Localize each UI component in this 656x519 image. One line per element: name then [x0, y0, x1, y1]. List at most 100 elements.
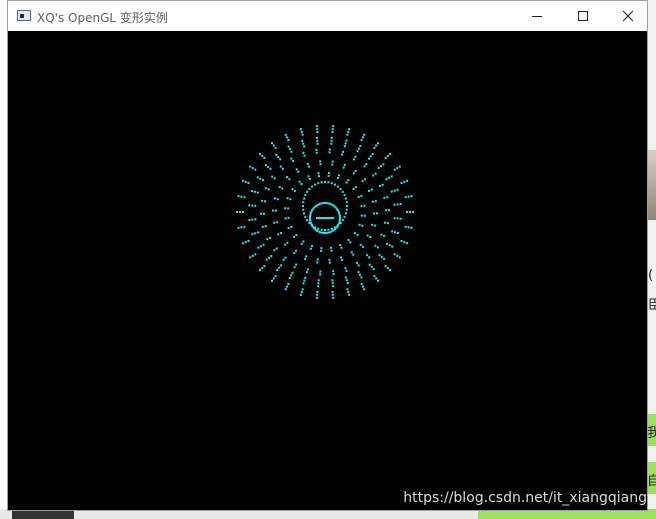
vertex-point	[354, 186, 357, 189]
vertex-point	[391, 230, 394, 233]
vertex-point	[254, 232, 257, 235]
vertex-point	[384, 221, 386, 224]
vertex-point	[331, 128, 334, 131]
vertex-point	[330, 136, 333, 139]
vertex-point	[391, 245, 394, 248]
vertex-point	[254, 168, 257, 171]
vertex-point	[317, 285, 320, 288]
vertex-point	[248, 218, 251, 221]
vertex-point	[254, 253, 257, 256]
vertex-point	[398, 256, 401, 259]
vertex-point	[274, 275, 277, 278]
vertex-point	[280, 264, 282, 267]
vertex-point	[357, 264, 360, 267]
vertex-point	[302, 142, 305, 145]
vertex-point	[388, 244, 391, 247]
vertex-point	[341, 153, 344, 156]
vertex-point	[317, 279, 320, 282]
vertex-point	[316, 293, 319, 296]
vertex-point	[380, 255, 383, 258]
vertex-point	[386, 154, 389, 157]
vertex-point	[240, 226, 243, 229]
vertex-point	[293, 266, 296, 269]
vertex-point	[328, 151, 331, 154]
vertex-point	[303, 197, 306, 200]
background-glyph: 自	[647, 474, 656, 489]
vertex-point	[299, 128, 302, 131]
vertex-point	[295, 263, 298, 266]
minimize-button[interactable]	[514, 1, 560, 31]
vertex-point	[370, 265, 373, 268]
background-photo	[648, 150, 656, 220]
vertex-point	[396, 254, 399, 257]
vertex-point	[326, 217, 328, 219]
vertex-point	[348, 293, 351, 296]
vertex-point	[410, 226, 413, 229]
vertex-point	[388, 176, 391, 179]
vertex-point	[251, 233, 254, 236]
vertex-point	[345, 279, 348, 282]
vertex-point	[249, 165, 252, 168]
vertex-point	[330, 142, 333, 145]
vertex-point	[293, 189, 296, 192]
close-button[interactable]	[606, 1, 648, 31]
vertex-point	[290, 226, 293, 228]
vertex-point	[361, 224, 364, 227]
vertex-point	[331, 293, 334, 296]
vertex-point	[327, 172, 330, 174]
vertex-point	[358, 273, 361, 276]
maximize-button[interactable]	[560, 1, 606, 31]
vertex-point	[293, 235, 296, 238]
title-bar[interactable]: XQ's OpenGL 变形实例	[8, 1, 647, 31]
vertex-point	[346, 205, 348, 207]
vertex-point	[324, 217, 326, 219]
vertex-point	[316, 291, 319, 293]
vertex-point	[388, 209, 390, 212]
vertex-point	[277, 233, 280, 236]
vertex-point	[371, 153, 374, 155]
opengl-render-canvas[interactable]: https://blog.csdn.net/it_xiangqiang	[8, 31, 647, 510]
vertex-point	[301, 139, 304, 142]
vertex-point	[360, 139, 363, 142]
vertex-point	[332, 125, 335, 128]
vertex-point	[273, 221, 276, 224]
vertex-point	[347, 130, 350, 133]
vertex-point	[247, 240, 250, 242]
background-glyph: 我	[647, 426, 656, 441]
vertex-point	[269, 236, 271, 239]
vertex-point	[286, 176, 289, 179]
vertex-point	[304, 258, 307, 261]
vertex-point	[300, 242, 303, 245]
vertex-point	[316, 128, 319, 131]
vertex-point	[334, 183, 336, 186]
vertex-point	[359, 145, 362, 147]
vertex-point	[382, 163, 385, 166]
vertex-point	[284, 243, 287, 246]
vertex-point	[260, 212, 262, 215]
vertex-point	[369, 236, 372, 238]
vertex-point	[243, 225, 246, 228]
vertex-point	[308, 188, 311, 190]
vertex-point	[331, 279, 334, 282]
vertex-point	[264, 225, 267, 228]
vertex-point	[251, 254, 254, 257]
vertex-point	[384, 265, 387, 268]
vertex-point	[385, 209, 387, 212]
vertex-point	[386, 242, 388, 245]
vertex-point	[354, 169, 357, 172]
vertex-point	[320, 181, 323, 184]
vertex-point	[306, 190, 309, 193]
vertex-point	[344, 197, 347, 200]
vertex-point	[341, 259, 344, 262]
vertex-point	[284, 133, 287, 136]
vertex-point	[317, 182, 320, 185]
vertex-point	[263, 156, 266, 159]
vertex-point	[315, 296, 318, 299]
vertex-point	[302, 201, 305, 204]
vertex-point	[300, 183, 303, 185]
vertex-point	[393, 189, 396, 192]
vertex-point	[385, 178, 388, 181]
vertex-point	[374, 172, 377, 175]
vertex-point	[324, 181, 326, 183]
vertex-point	[363, 214, 366, 217]
